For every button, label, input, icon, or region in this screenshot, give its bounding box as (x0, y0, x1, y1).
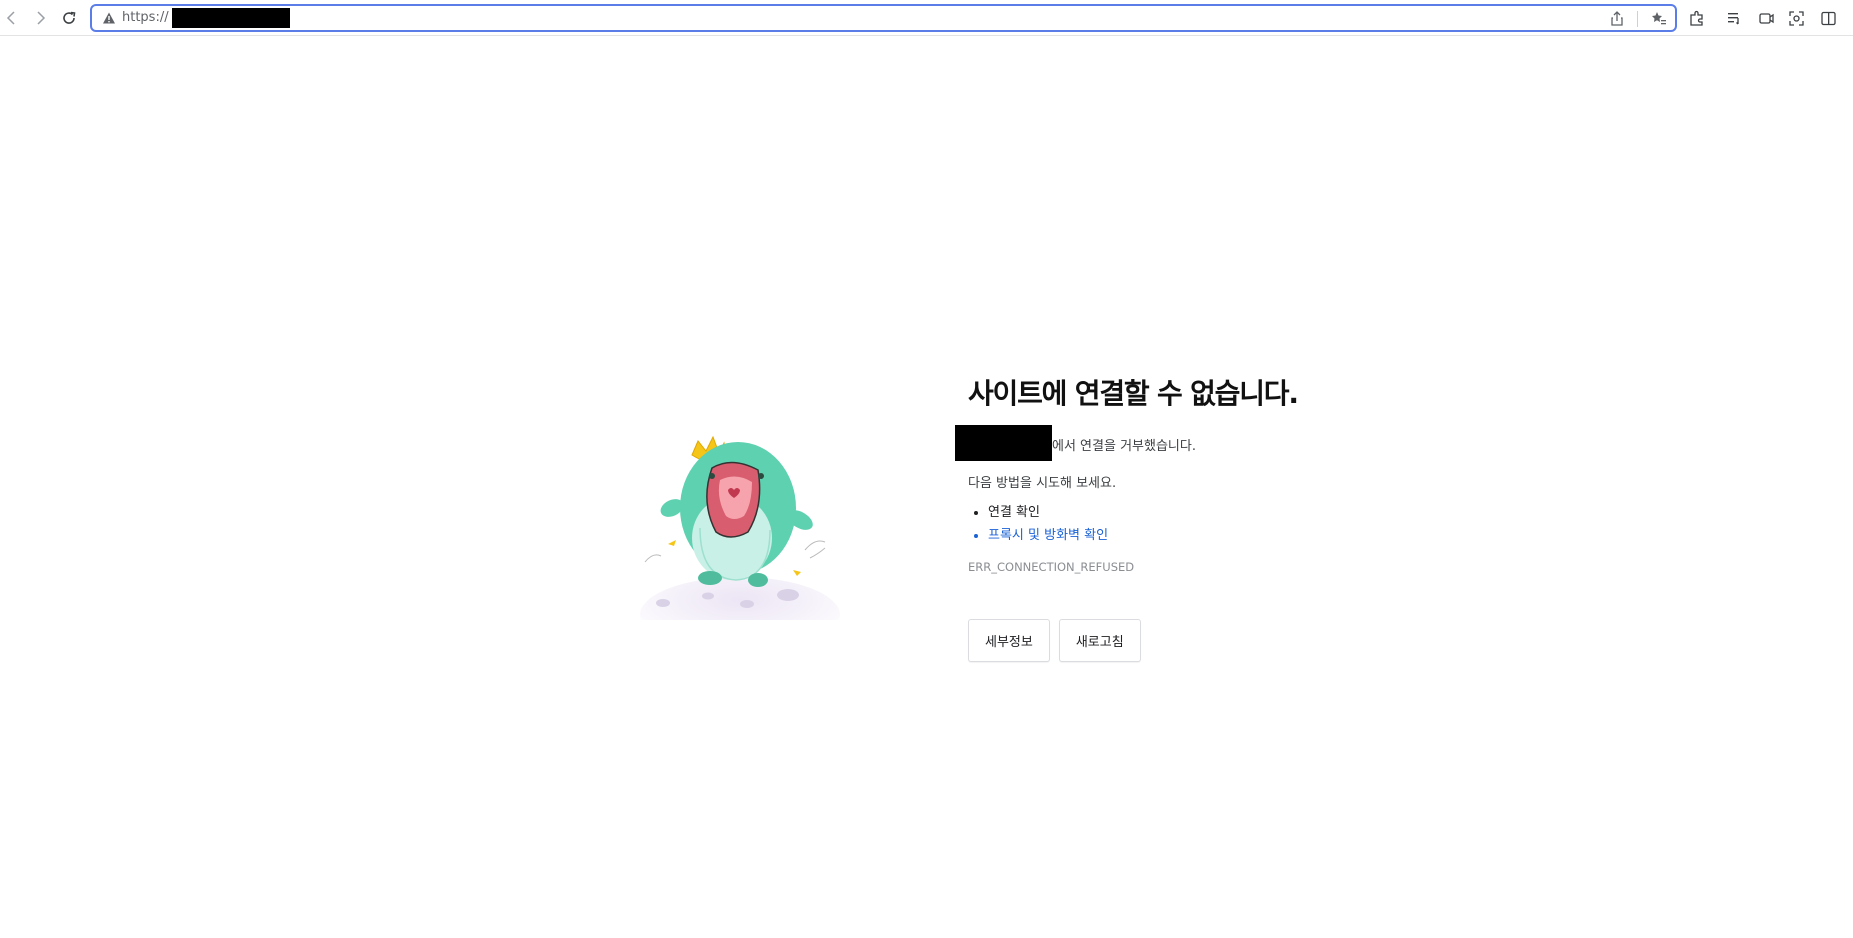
split-view-button[interactable] (1818, 8, 1838, 28)
extensions-button[interactable] (1686, 8, 1706, 28)
proxy-firewall-link[interactable]: 프록시 및 방화벽 확인 (988, 528, 1108, 543)
reading-list-icon (1727, 12, 1739, 24)
reload-page-button[interactable]: 새로고침 (1058, 619, 1141, 662)
browser-toolbar: https:// (0, 0, 1853, 36)
try-text: 다음 방법을 시도해 보세요. (968, 476, 1117, 491)
share-button[interactable] (1607, 9, 1627, 29)
suggestion-check-connection: 연결 확인 (988, 501, 1488, 524)
error-content: 사이트에 연결할 수 없습니다. 에서 연결을 거부했습니다. 다음 방법을 시… (955, 373, 1488, 662)
capture-button[interactable] (1756, 8, 1776, 28)
host-line: 에서 연결을 거부했습니다. (955, 425, 1488, 461)
address-bar-separator (1637, 11, 1638, 27)
url-redaction (172, 8, 290, 28)
error-code: ERR_CONNECTION_REFUSED (968, 560, 1135, 574)
suggestion-check-proxy-firewall[interactable]: 프록시 및 방화벽 확인 (988, 524, 1488, 547)
reload-button[interactable] (57, 6, 81, 30)
screenshot-button[interactable] (1786, 8, 1806, 28)
warning-icon[interactable] (102, 11, 116, 25)
share-icon (1611, 11, 1623, 26)
back-arrow-icon (6, 11, 15, 25)
forward-arrow-icon (37, 11, 46, 25)
split-view-icon (1820, 11, 1836, 25)
url-text: https:// (122, 10, 169, 25)
button-row: 세부정보 새로고침 (968, 619, 1488, 662)
address-bar[interactable]: https:// (90, 4, 1677, 32)
details-button[interactable]: 세부정보 (968, 619, 1050, 662)
reading-list-button[interactable] (1724, 8, 1744, 28)
suggestion-list: 연결 확인 프록시 및 방화벽 확인 (968, 501, 1488, 547)
reload-icon (63, 11, 76, 24)
forward-button[interactable] (28, 6, 52, 30)
host-message: 에서 연결을 거부했습니다. (1052, 439, 1196, 454)
page-title: 사이트에 연결할 수 없습니다. (968, 377, 1299, 410)
screenshot-icon (1788, 10, 1804, 26)
capture-icon (1758, 12, 1774, 24)
extensions-icon (1689, 10, 1703, 26)
error-mascot-illustration (640, 435, 840, 620)
host-redaction (955, 425, 1052, 461)
favorites-icon (1652, 12, 1666, 25)
favorites-button[interactable] (1649, 9, 1669, 29)
back-button[interactable] (0, 6, 24, 30)
